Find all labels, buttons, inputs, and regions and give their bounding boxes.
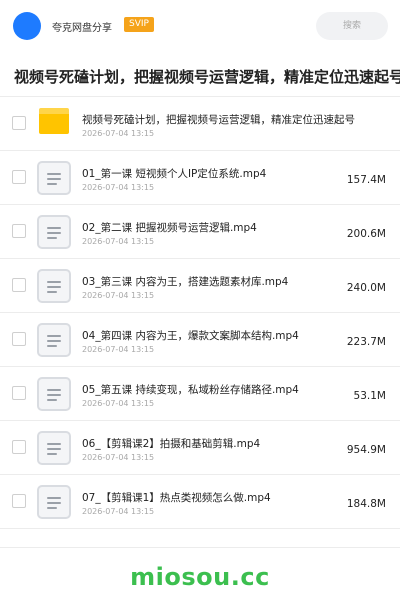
file-date: 2026-07-04 13:15 [82, 183, 155, 192]
svip-badge: SVIP [124, 17, 154, 32]
avatar[interactable] [13, 12, 41, 40]
file-size: 200.6M [346, 228, 386, 240]
file-name: 07_【剪辑课1】热点类视频怎么做.mp4 [82, 492, 271, 504]
file-size: 184.8M [346, 498, 386, 510]
file-date: 2026-07-04 13:15 [82, 399, 155, 408]
file-size: 157.4M [346, 174, 386, 186]
list-item[interactable]: 05_第五课 持续变现，私域粉丝存储路径.mp4 2026-07-04 13:1… [0, 367, 400, 421]
list-item[interactable]: 视频号死磕计划，把握视频号运营逻辑，精准定位迅速起号 2026-07-04 13… [0, 97, 400, 151]
checkbox[interactable] [12, 440, 26, 454]
document-icon [37, 485, 71, 519]
file-name: 01_第一课 短视频个人IP定位系统.mp4 [82, 168, 267, 180]
checkbox[interactable] [12, 332, 26, 346]
search-button[interactable]: 搜索 [316, 12, 388, 40]
checkbox[interactable] [12, 170, 26, 184]
document-icon [37, 377, 71, 411]
checkbox[interactable] [12, 224, 26, 238]
list-item[interactable]: 04_第四课 内容为王，爆款文案脚本结构.mp4 2026-07-04 13:1… [0, 313, 400, 367]
divider [0, 547, 400, 548]
file-name: 05_第五课 持续变现，私域粉丝存储路径.mp4 [82, 384, 299, 396]
file-date: 2026-07-04 13:15 [82, 237, 155, 246]
list-item[interactable]: 06_【剪辑课2】拍摄和基础剪辑.mp4 2026-07-04 13:15 95… [0, 421, 400, 475]
checkbox[interactable] [12, 116, 26, 130]
document-icon [37, 323, 71, 357]
file-name: 视频号死磕计划，把握视频号运营逻辑，精准定位迅速起号 [82, 114, 355, 126]
file-date: 2026-07-04 13:15 [82, 291, 155, 300]
file-date: 2026-07-04 13:15 [82, 345, 155, 354]
document-icon [37, 161, 71, 195]
checkbox[interactable] [12, 494, 26, 508]
file-name: 02_第二课 把握视频号运营逻辑.mp4 [82, 222, 257, 234]
watermark: miosou.cc [130, 563, 270, 591]
document-icon [37, 431, 71, 465]
username: 夸克网盘分享 [52, 23, 112, 34]
file-size: 53.1M [353, 390, 386, 402]
file-name: 04_第四课 内容为王，爆款文案脚本结构.mp4 [82, 330, 299, 342]
file-list: 视频号死磕计划，把握视频号运营逻辑，精准定位迅速起号 2026-07-04 13… [0, 97, 400, 529]
file-date: 2026-07-04 13:15 [82, 453, 155, 462]
file-date: 2026-07-04 13:15 [82, 507, 155, 516]
list-item[interactable]: 02_第二课 把握视频号运营逻辑.mp4 2026-07-04 13:15 20… [0, 205, 400, 259]
file-name: 06_【剪辑课2】拍摄和基础剪辑.mp4 [82, 438, 261, 450]
file-size: 240.0M [346, 282, 386, 294]
header: 夸克网盘分享 SVIP 搜索 [0, 0, 400, 52]
file-size: 223.7M [346, 336, 386, 348]
document-icon [37, 215, 71, 249]
checkbox[interactable] [12, 386, 26, 400]
file-name: 03_第三课 内容为王，搭建选题素材库.mp4 [82, 276, 289, 288]
list-item[interactable]: 01_第一课 短视频个人IP定位系统.mp4 2026-07-04 13:15 … [0, 151, 400, 205]
file-date: 2026-07-04 13:15 [82, 129, 155, 138]
file-size: 954.9M [346, 444, 386, 456]
folder-icon [39, 108, 69, 134]
list-item[interactable]: 03_第三课 内容为王，搭建选题素材库.mp4 2026-07-04 13:15… [0, 259, 400, 313]
checkbox[interactable] [12, 278, 26, 292]
document-icon [37, 269, 71, 303]
page-title: 视频号死磕计划，把握视频号运营逻辑，精准定位迅速起号 [14, 68, 400, 86]
list-item[interactable]: 07_【剪辑课1】热点类视频怎么做.mp4 2026-07-04 13:15 1… [0, 475, 400, 529]
